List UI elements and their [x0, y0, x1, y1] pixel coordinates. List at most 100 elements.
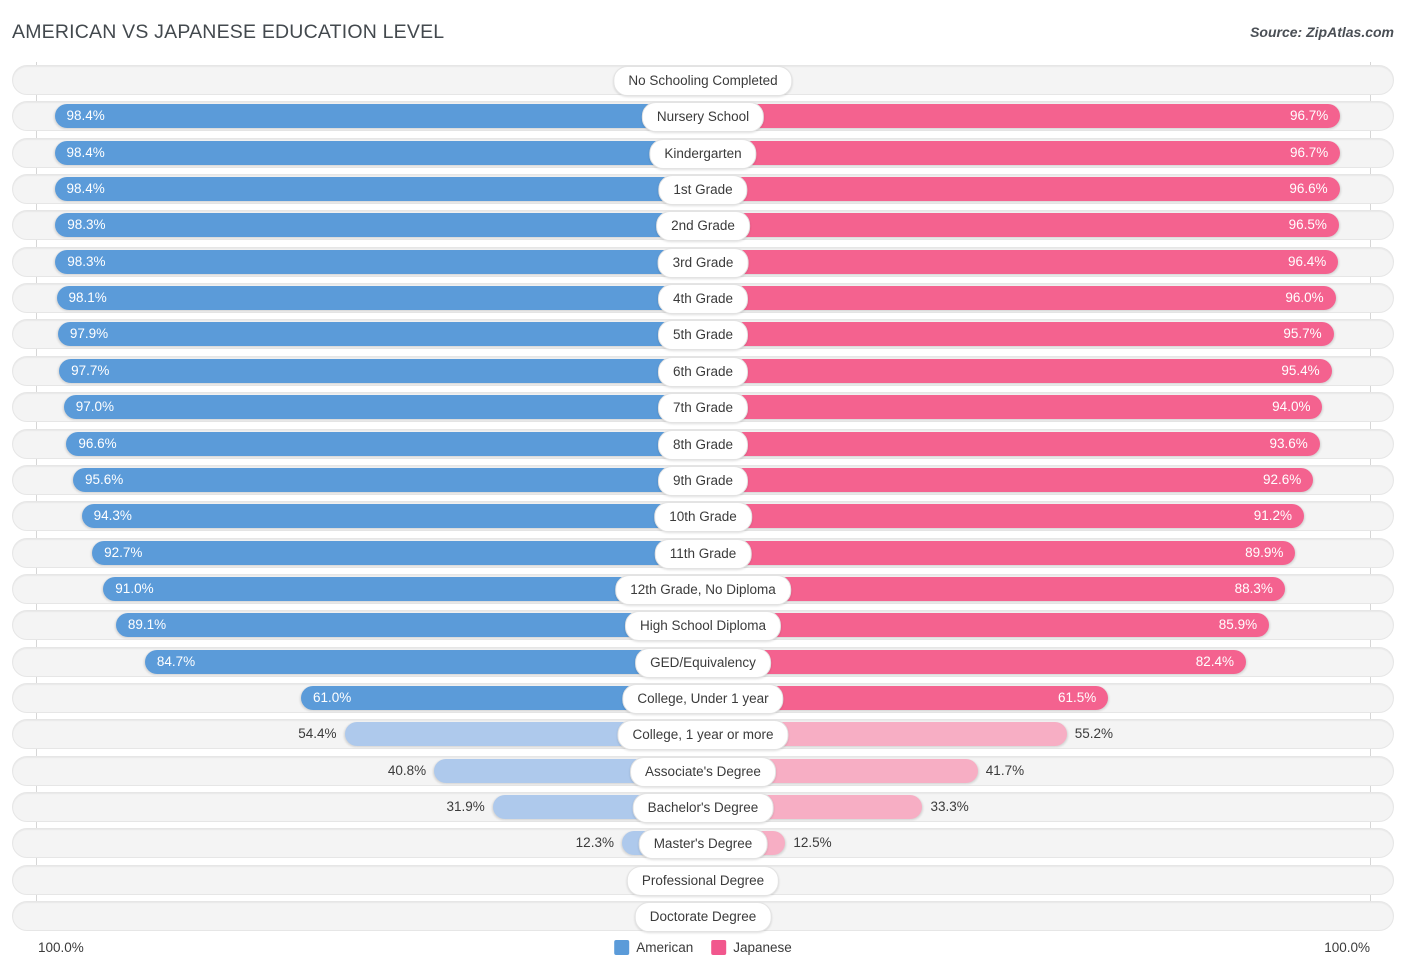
chart-row: 31.9% 33.3% Bachelor's Degree	[12, 792, 1394, 823]
category-label-pill: 9th Grade	[657, 465, 749, 496]
bar-american	[59, 358, 703, 383]
axis-label-left: 100.0%	[38, 940, 84, 955]
bar-value-japanese: 96.0%	[1285, 290, 1324, 306]
bar-value-japanese: 82.4%	[1195, 653, 1235, 669]
bar-value-japanese: 94.0%	[1272, 399, 1311, 415]
bar-value-american: 40.8%	[387, 762, 427, 778]
axis-label-right: 100.0%	[1324, 940, 1370, 955]
legend-swatch-icon	[614, 940, 630, 955]
bar-value-japanese: 96.5%	[1288, 217, 1327, 233]
category-label-pill: College, Under 1 year	[622, 683, 784, 714]
bar-value-japanese: 12.5%	[793, 835, 832, 851]
bar-japanese	[703, 322, 1334, 347]
category-label-pill: Bachelor's Degree	[632, 793, 774, 823]
source-attribution: Source: ZipAtlas.com	[1250, 24, 1394, 40]
category-label-pill: 12th Grade, No Diploma	[615, 574, 791, 605]
chart-row: 98.3% 96.4% 3rd Grade	[12, 246, 1394, 278]
bar-american	[56, 286, 703, 311]
category-label-pill: 1st Grade	[658, 175, 748, 206]
bar-value-american: 61.0%	[313, 689, 352, 705]
bar-american	[54, 104, 703, 129]
chart-header: AMERICAN VS JAPANESE EDUCATION LEVEL Sou…	[0, 0, 1406, 62]
bar-japanese	[703, 358, 1332, 383]
bar-american	[66, 431, 703, 456]
bar-japanese	[703, 540, 1296, 565]
chart-row: 12.3% 12.5% Master's Degree	[12, 828, 1394, 860]
bar-value-japanese: 92.6%	[1262, 471, 1302, 487]
bar-value-japanese: 96.4%	[1287, 253, 1327, 269]
category-label-pill: College, 1 year or more	[617, 720, 789, 751]
chart-row: 1.7%3.3%No Schooling Completed	[12, 65, 1394, 96]
bar-value-japanese: 85.9%	[1218, 617, 1258, 633]
chart-row: 98.3% 96.5% 2nd Grade	[12, 210, 1394, 242]
legend-item-japanese[interactable]: Japanese	[711, 940, 792, 955]
bar-value-american: 95.6%	[84, 471, 124, 487]
page-title: AMERICAN VS JAPANESE EDUCATION LEVEL	[12, 21, 445, 43]
bar-american	[63, 395, 703, 420]
bar-value-japanese: 96.6%	[1289, 181, 1328, 197]
category-label-pill: No Schooling Completed	[613, 66, 793, 96]
bar-value-american: 94.3%	[93, 508, 132, 524]
bar-american	[54, 140, 703, 165]
bar-american	[144, 649, 703, 674]
bar-value-american: 98.4%	[66, 181, 105, 197]
chart-row: 1.5%1.5%Doctorate Degree	[12, 901, 1394, 933]
category-label-pill: 4th Grade	[657, 284, 749, 315]
bar-japanese	[703, 177, 1340, 202]
bar-japanese	[703, 431, 1320, 456]
category-label-pill: 6th Grade	[657, 356, 749, 387]
legend-item-american[interactable]: American	[614, 940, 693, 955]
bar-value-american: 97.9%	[69, 326, 109, 342]
chart-row: 40.8% 41.7% Associate's Degree	[12, 755, 1394, 787]
chart-footer: 100.0% 100.0% American Japanese	[0, 934, 1406, 975]
bar-japanese	[703, 613, 1270, 638]
bar-japanese	[703, 140, 1341, 165]
category-label-pill: 2nd Grade	[656, 211, 750, 242]
bar-value-japanese: 55.2%	[1074, 726, 1114, 742]
bar-american	[92, 540, 703, 565]
bar-value-japanese: 41.7%	[985, 762, 1025, 778]
legend-label: Japanese	[733, 940, 792, 955]
chart-plot-area: 1.7%3.3%No Schooling Completed 98.4% 96.7%…	[0, 62, 1406, 934]
chart-row: 95.6% 92.6% 9th Grade	[12, 464, 1394, 496]
chart-row: 97.9% 95.7% 5th Grade	[12, 319, 1394, 351]
category-label-pill: 10th Grade	[654, 502, 752, 533]
category-label-pill: High School Diploma	[624, 611, 782, 642]
bar-japanese	[703, 286, 1336, 311]
bar-value-japanese: 96.7%	[1289, 144, 1329, 160]
bar-japanese	[703, 213, 1339, 238]
bar-value-american: 97.7%	[71, 362, 110, 378]
bar-value-american: 97.0%	[75, 399, 115, 415]
category-label-pill: Professional Degree	[626, 865, 780, 896]
chart-legend: American Japanese	[614, 940, 792, 955]
bar-value-american: 98.4%	[66, 144, 105, 160]
category-label-pill: 8th Grade	[657, 429, 749, 460]
bar-american	[103, 576, 703, 601]
category-label-pill: Doctorate Degree	[634, 902, 772, 933]
bar-value-japanese: 88.3%	[1234, 580, 1273, 596]
category-label-pill: Kindergarten	[649, 138, 757, 169]
bar-american	[55, 249, 703, 274]
bar-value-american: 54.4%	[298, 726, 337, 742]
bar-value-american: 98.4%	[66, 108, 105, 124]
bar-value-american: 98.3%	[67, 217, 106, 233]
bar-value-japanese: 96.7%	[1289, 108, 1329, 124]
chart-row: 98.4% 96.7% Kindergarten	[12, 137, 1394, 169]
legend-swatch-icon	[711, 940, 727, 955]
bar-american	[54, 177, 703, 202]
bar-value-american: 31.9%	[446, 799, 485, 814]
bar-value-american: 91.0%	[115, 580, 154, 596]
bar-value-japanese: 95.4%	[1281, 362, 1320, 378]
bar-american	[115, 613, 703, 638]
bar-japanese	[703, 649, 1247, 674]
category-label-pill: 11th Grade	[654, 538, 752, 569]
bar-value-american: 98.3%	[67, 253, 106, 269]
bar-value-american: 96.6%	[78, 435, 117, 451]
bar-american	[81, 504, 703, 529]
category-label-pill: GED/Equivalency	[635, 647, 771, 678]
chart-row: 98.4% 96.6% 1st Grade	[12, 174, 1394, 206]
chart-row: 3.6%3.5%Professional Degree	[12, 864, 1394, 896]
chart-row: 96.6% 93.6% 8th Grade	[12, 428, 1394, 460]
chart-row: 84.7% 82.4% GED/Equivalency	[12, 646, 1394, 678]
bar-american	[57, 322, 703, 347]
